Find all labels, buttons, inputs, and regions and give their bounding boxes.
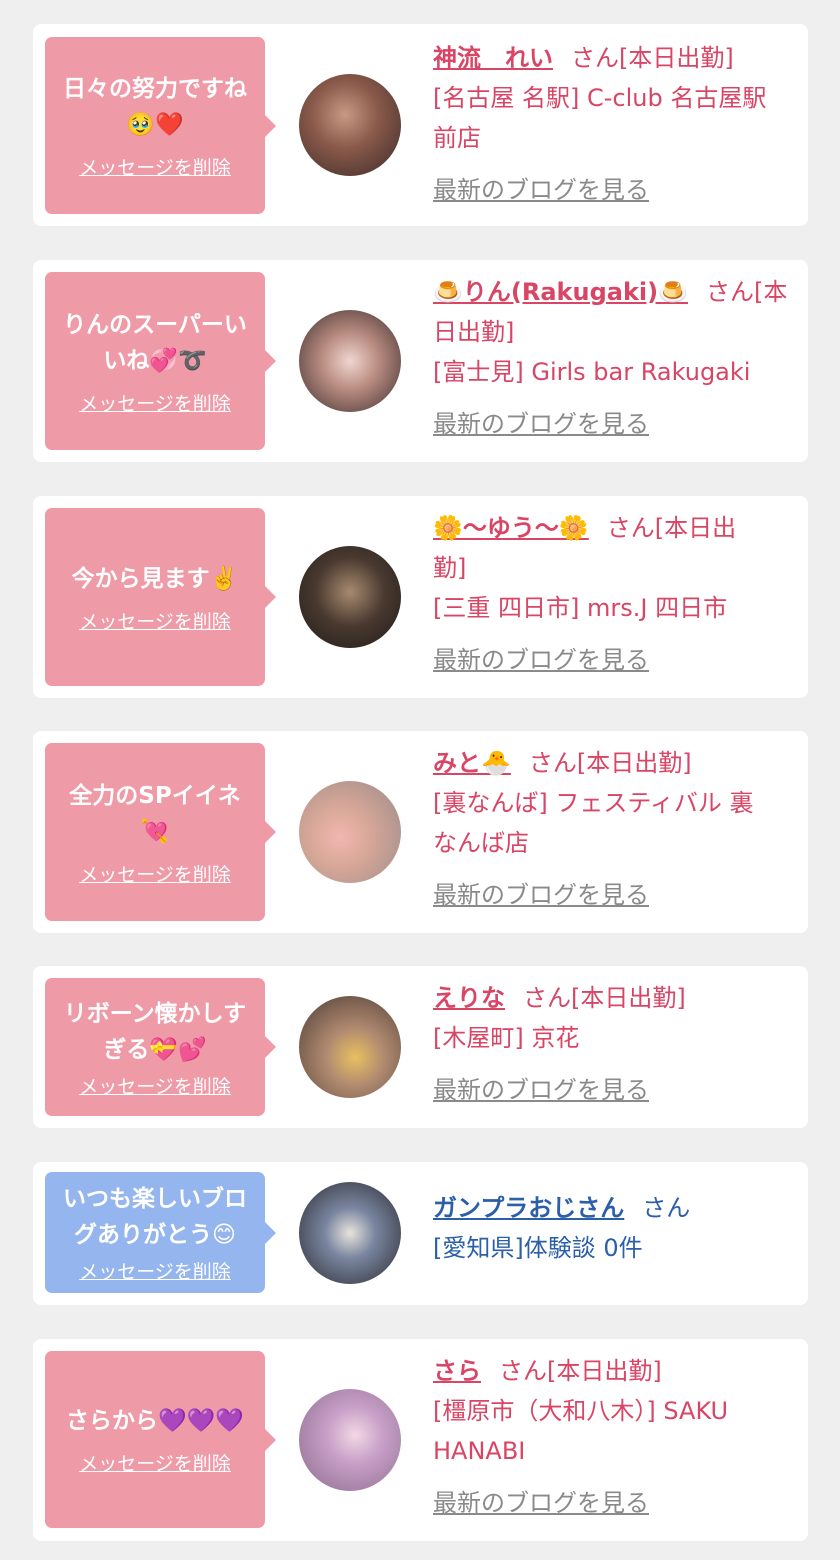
message-card: 今から見ます✌️ メッセージを削除 🌼〜ゆう〜🌼 さん[本日出 勤] [三重 四日… bbox=[33, 496, 808, 698]
delete-message-link[interactable]: メッセージを削除 bbox=[79, 1449, 231, 1476]
shop-info-cont: HANABI bbox=[433, 1437, 526, 1465]
message-bubble: 全力のSPイイネ 💘 メッセージを削除 bbox=[45, 743, 276, 921]
avatar[interactable] bbox=[299, 546, 401, 648]
avatar[interactable] bbox=[299, 310, 401, 412]
cast-info: さら さん[本日出勤] [橿原市（大和八木）] SAKU HANABI 最新のブロ… bbox=[433, 1351, 794, 1523]
latest-blog-link[interactable]: 最新のブログを見る bbox=[433, 1483, 794, 1523]
message-card: 全力のSPイイネ 💘 メッセージを削除 みと🐣 さん[本日出勤] [裏なんば] フ… bbox=[33, 731, 808, 933]
message-bubble: 日々の努力ですね 🥹❤️ メッセージを削除 bbox=[45, 37, 276, 214]
shop-info: [木屋町] 京花 bbox=[433, 1024, 580, 1052]
cast-status: さん[本日出勤] bbox=[499, 1357, 662, 1385]
cast-info: えりな さん[本日出勤] [木屋町] 京花 最新のブログを見る bbox=[433, 978, 794, 1110]
cast-status-cont: 日出勤] bbox=[433, 318, 515, 346]
delete-message-link[interactable]: メッセージを削除 bbox=[79, 860, 231, 887]
message-bubble: リボーン懐かしす ぎる💝💕 メッセージを削除 bbox=[45, 978, 276, 1116]
review-info: [愛知県]体験談 0件 bbox=[433, 1234, 643, 1262]
avatar[interactable] bbox=[299, 74, 401, 176]
message-card: リボーン懐かしす ぎる💝💕 メッセージを削除 えりな さん[本日出勤] [木屋町]… bbox=[33, 966, 808, 1128]
latest-blog-link[interactable]: 最新のブログを見る bbox=[433, 875, 794, 915]
avatar[interactable] bbox=[299, 781, 401, 883]
message-text: いつも楽しいブロ グありがとう😊 bbox=[63, 1186, 247, 1248]
latest-blog-link[interactable]: 最新のブログを見る bbox=[433, 170, 794, 210]
message-text: 全力のSPイイネ 💘 bbox=[69, 782, 241, 845]
message-bubble: りんのスーパーい いね💞➰ メッセージを削除 bbox=[45, 272, 276, 450]
cast-name-link[interactable]: 神流 れい bbox=[433, 44, 553, 72]
avatar[interactable] bbox=[299, 996, 401, 1098]
cast-info: 🍮りん(Rakugaki)🍮 さん[本 日出勤] [富士見] Girls bar … bbox=[433, 272, 794, 444]
message-text: さらから💜💜💜 bbox=[66, 1408, 244, 1434]
user-info: ガンプラおじさん さん [愛知県]体験談 0件 bbox=[433, 1188, 794, 1268]
shop-info: [富士見] Girls bar Rakugaki bbox=[433, 358, 751, 386]
delete-message-link[interactable]: メッセージを削除 bbox=[79, 1257, 231, 1284]
cast-name-link[interactable]: えりな bbox=[433, 984, 505, 1012]
cast-name-link[interactable]: さら bbox=[433, 1357, 481, 1385]
latest-blog-link[interactable]: 最新のブログを見る bbox=[433, 640, 794, 680]
delete-message-link[interactable]: メッセージを削除 bbox=[79, 389, 231, 416]
message-list: 日々の努力ですね 🥹❤️ メッセージを削除 神流 れい さん[本日出勤] [名古屋… bbox=[0, 0, 840, 1560]
avatar[interactable] bbox=[299, 1182, 401, 1284]
cast-status: さん[本日出 bbox=[606, 514, 737, 542]
message-bubble: 今から見ます✌️ メッセージを削除 bbox=[45, 508, 276, 686]
message-text: 日々の努力ですね 🥹❤️ bbox=[63, 76, 247, 138]
user-name-link[interactable]: ガンプラおじさん bbox=[433, 1194, 624, 1222]
avatar[interactable] bbox=[299, 1389, 401, 1491]
delete-message-link[interactable]: メッセージを削除 bbox=[79, 1072, 231, 1099]
message-text: 今から見ます✌️ bbox=[71, 565, 239, 592]
cast-name-link[interactable]: みと🐣 bbox=[433, 749, 511, 777]
delete-message-link[interactable]: メッセージを削除 bbox=[79, 153, 231, 180]
message-card: いつも楽しいブロ グありがとう😊 メッセージを削除 ガンプラおじさん さん [愛知… bbox=[33, 1162, 808, 1305]
latest-blog-link[interactable]: 最新のブログを見る bbox=[433, 1070, 794, 1110]
cast-name-link[interactable]: 🌼〜ゆう〜🌼 bbox=[433, 514, 589, 542]
cast-info: 🌼〜ゆう〜🌼 さん[本日出 勤] [三重 四日市] mrs.J 四日市 最新のブロ… bbox=[433, 508, 794, 680]
message-card: さらから💜💜💜 メッセージを削除 さら さん[本日出勤] [橿原市（大和八木）] … bbox=[33, 1339, 808, 1541]
cast-status: さん[本日出勤] bbox=[523, 984, 686, 1012]
shop-info: [橿原市（大和八木）] SAKU bbox=[433, 1397, 729, 1425]
message-card: 日々の努力ですね 🥹❤️ メッセージを削除 神流 れい さん[本日出勤] [名古屋… bbox=[33, 24, 808, 226]
cast-status: さん[本 bbox=[706, 278, 788, 306]
message-text: りんのスーパーい いね💞➰ bbox=[63, 311, 247, 374]
delete-message-link[interactable]: メッセージを削除 bbox=[79, 607, 231, 634]
shop-info: [名古屋 名駅] C-club 名古屋駅 bbox=[433, 84, 767, 112]
shop-info-cont: なんば店 bbox=[433, 829, 529, 857]
shop-info-cont: 前店 bbox=[433, 124, 481, 152]
message-text: リボーン懐かしす ぎる💝💕 bbox=[63, 1000, 247, 1063]
cast-info: みと🐣 さん[本日出勤] [裏なんば] フェスティバル 裏 なんば店 最新のブログ… bbox=[433, 743, 794, 915]
cast-info: 神流 れい さん[本日出勤] [名古屋 名駅] C-club 名古屋駅 前店 最新… bbox=[433, 38, 794, 210]
cast-status: さん[本日出勤] bbox=[528, 749, 692, 777]
message-card: りんのスーパーい いね💞➰ メッセージを削除 🍮りん(Rakugaki)🍮 さん[… bbox=[33, 260, 808, 462]
cast-status: さん[本日出勤] bbox=[571, 44, 734, 72]
shop-info: [三重 四日市] mrs.J 四日市 bbox=[433, 594, 728, 622]
message-bubble: さらから💜💜💜 メッセージを削除 bbox=[45, 1351, 276, 1528]
user-suffix: さん bbox=[642, 1194, 691, 1222]
cast-name-link[interactable]: 🍮りん(Rakugaki)🍮 bbox=[433, 278, 688, 306]
shop-info: [裏なんば] フェスティバル 裏 bbox=[433, 789, 754, 817]
latest-blog-link[interactable]: 最新のブログを見る bbox=[433, 404, 794, 444]
message-bubble: いつも楽しいブロ グありがとう😊 メッセージを削除 bbox=[45, 1172, 276, 1293]
cast-status-cont: 勤] bbox=[433, 554, 467, 582]
